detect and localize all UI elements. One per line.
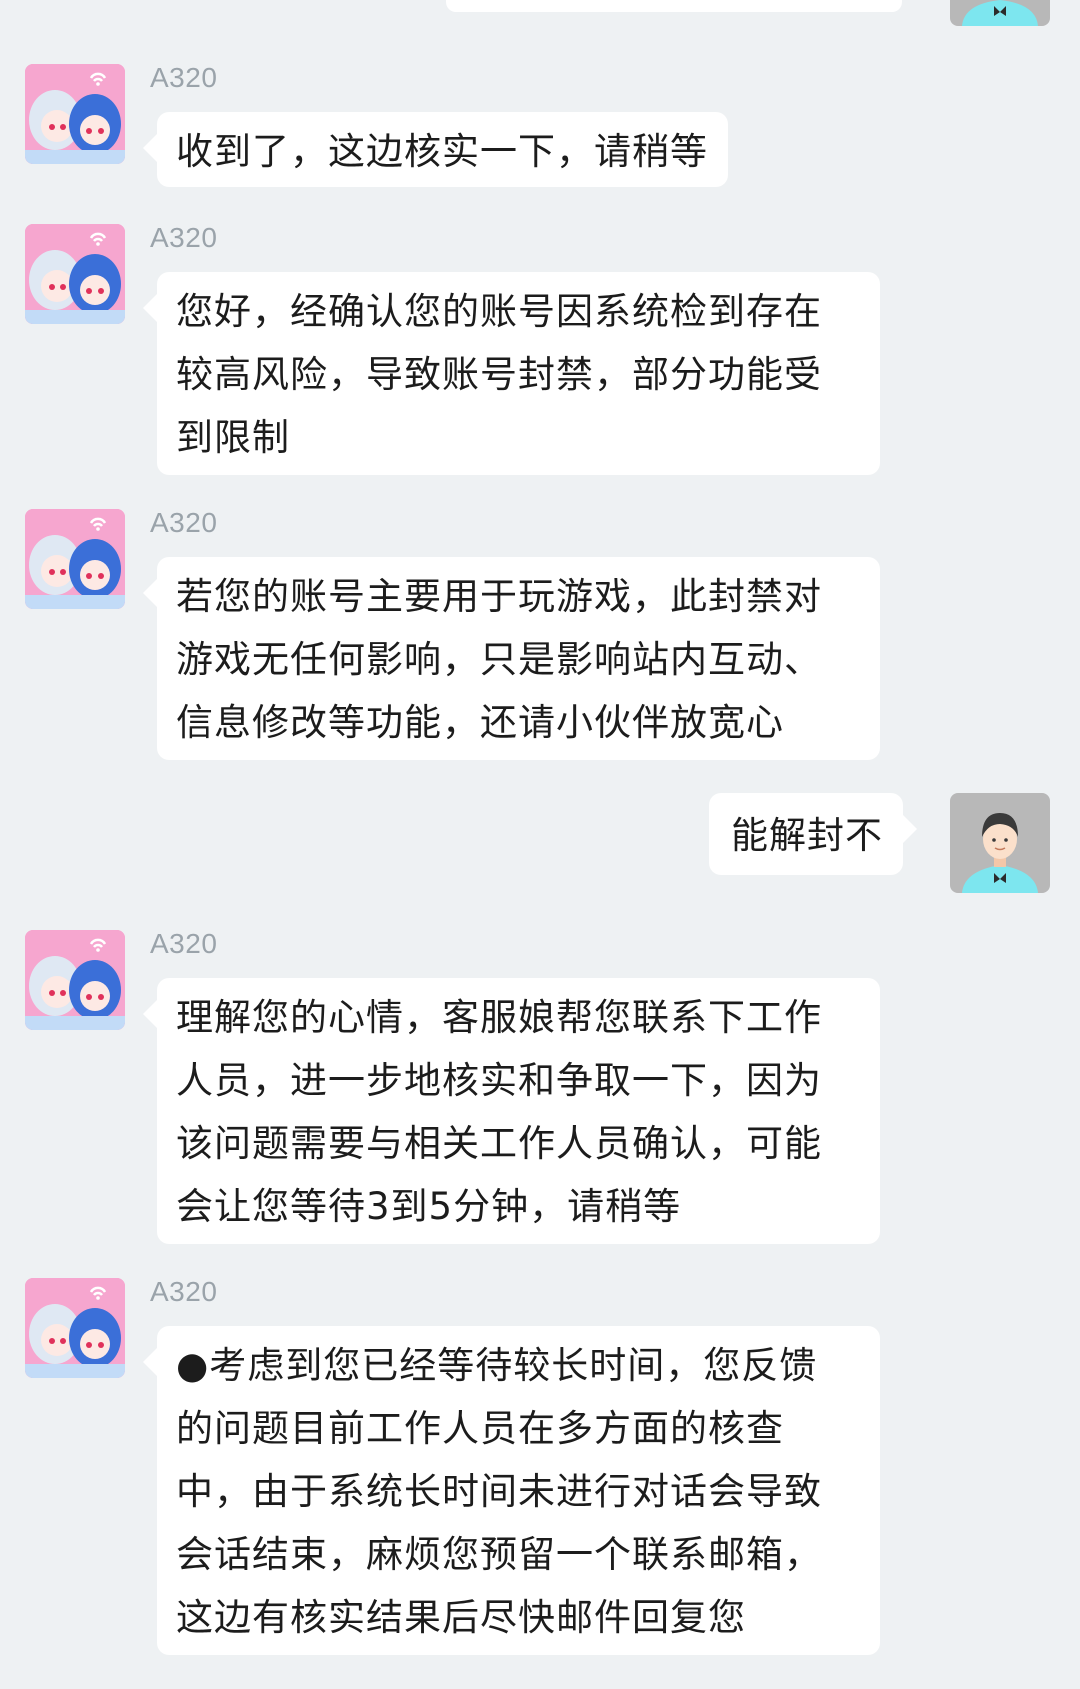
sender-name: A320 <box>150 222 218 253</box>
message-text-line: 收到了，这边核实一下，请稍等 <box>176 130 708 173</box>
chat-message-list[interactable]: A320 收到了，这边核实一下，请稍等 A320 您好，经确认您的账号因系统检到… <box>0 0 1080 1689</box>
message-text-line: 若您的账号主要用于玩游戏，此封禁对 <box>176 575 822 618</box>
agent-avatar[interactable] <box>25 1278 125 1378</box>
default-user-avatar-icon <box>950 0 1050 26</box>
message-text-line: 中，由于系统长时间未进行对话会导致 <box>176 1470 822 1513</box>
sender-name: A320 <box>150 62 218 93</box>
message-bubble[interactable]: 能解封不 <box>709 793 917 875</box>
message-text-line: 信息修改等功能，还请小伙伴放宽心 <box>176 701 784 744</box>
anime-duo-avatar-icon <box>25 930 125 1030</box>
message-bubble[interactable]: ●考虑到您已经等待较长时间，您反馈 的问题目前工作人员在多方面的核查 中，由于系… <box>143 1326 880 1655</box>
agent-avatar[interactable] <box>25 224 125 324</box>
anime-duo-avatar-icon <box>25 224 125 324</box>
message-text-line: 能解封不 <box>731 814 883 857</box>
agent-avatar[interactable] <box>25 930 125 1030</box>
user-avatar[interactable] <box>950 0 1050 26</box>
message-text-line: 这边有核实结果后尽快邮件回复您 <box>176 1596 746 1639</box>
sender-name: A320 <box>150 928 218 959</box>
message-bubble[interactable]: 若您的账号主要用于玩游戏，此封禁对 游戏无任何影响，只是影响站内互动、 信息修改… <box>143 557 880 760</box>
message-text-line: 的问题目前工作人员在多方面的核查 <box>176 1407 784 1450</box>
sender-name: A320 <box>150 507 218 538</box>
message-text-line: 理解您的心情，客服娘帮您联系下工作 <box>176 996 822 1039</box>
default-user-avatar-icon <box>950 793 1050 893</box>
message-text-line: 您好，经确认您的账号因系统检到存在 <box>176 290 822 333</box>
message-text-line: 会话结束，麻烦您预留一个联系邮箱， <box>176 1533 822 1576</box>
message-text-line: 人员，进一步地核实和争取一下，因为 <box>176 1059 822 1102</box>
message-text-line: 会让您等待3到5分钟，请稍等 <box>176 1185 682 1228</box>
message-text-line: 到限制 <box>176 416 290 459</box>
message-bubble[interactable]: 收到了，这边核实一下，请稍等 <box>143 112 728 187</box>
sender-name: A320 <box>150 1276 218 1307</box>
message-text-line: 游戏无任何影响，只是影响站内互动、 <box>176 638 822 681</box>
anime-duo-avatar-icon <box>25 64 125 164</box>
message-text-line: 该问题需要与相关工作人员确认，可能 <box>176 1122 822 1165</box>
message-text-line: 较高风险，导致账号封禁，部分功能受 <box>176 353 822 396</box>
message-bubble[interactable]: 您好，经确认您的账号因系统检到存在 较高风险，导致账号封禁，部分功能受 到限制 <box>143 272 880 475</box>
anime-duo-avatar-icon <box>25 1278 125 1378</box>
agent-avatar[interactable] <box>25 509 125 609</box>
message-bubble[interactable]: 理解您的心情，客服娘帮您联系下工作 人员，进一步地核实和争取一下，因为 该问题需… <box>143 978 880 1244</box>
message-text-line: ●考虑到您已经等待较长时间，您反馈 <box>176 1344 818 1387</box>
user-avatar[interactable] <box>950 793 1050 893</box>
message-bubble-partial <box>446 0 902 12</box>
agent-avatar[interactable] <box>25 64 125 164</box>
anime-duo-avatar-icon <box>25 509 125 609</box>
